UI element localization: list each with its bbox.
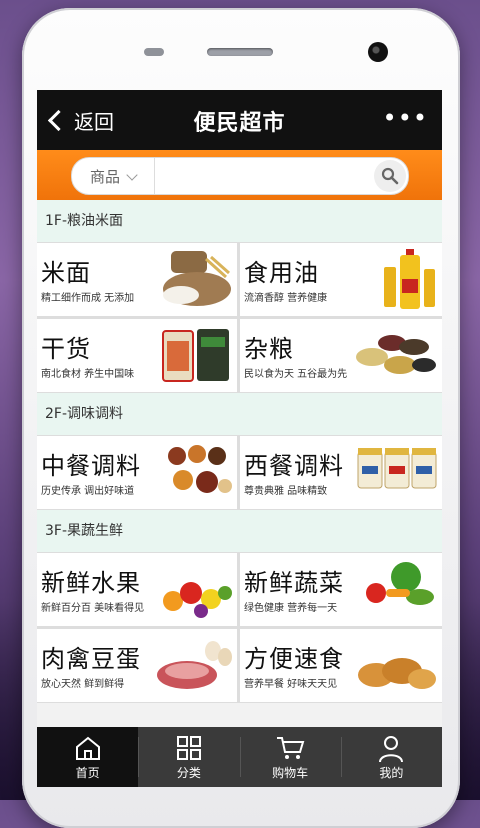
bottom-tab-bar: 首页 分类 购物车 我的 (37, 727, 442, 787)
tab-home[interactable]: 首页 (37, 727, 139, 787)
proximity-sensor (144, 48, 164, 56)
category-name: 新鲜水果 (41, 569, 141, 597)
category-name: 米面 (41, 259, 91, 287)
front-camera (368, 42, 388, 62)
tab-cart[interactable]: 购物车 (239, 727, 341, 787)
category-fruit[interactable]: 新鲜水果 新鲜百分百 美味看得见 (37, 553, 237, 626)
earpiece-speaker (207, 48, 273, 56)
cart-icon (277, 737, 305, 759)
category-name: 中餐调料 (41, 452, 141, 480)
meat-egg-image (157, 641, 232, 689)
tab-label: 购物车 (272, 766, 309, 780)
category-meat-egg[interactable]: 肉禽豆蛋 放心天然 鲜到鲜得 (37, 629, 237, 702)
category-desc: 放心天然 鲜到鲜得 (41, 679, 125, 690)
category-western-seasoning[interactable]: 西餐调料 尊贵典雅 品味精致 (240, 436, 442, 509)
more-options-button[interactable]: ••• (383, 106, 428, 130)
search-button[interactable] (374, 160, 406, 192)
category-name: 食用油 (244, 259, 319, 287)
chevron-down-icon (126, 169, 138, 181)
category-desc: 绿色健康 营养每一天 (244, 603, 338, 614)
app-screen: 返回 便民超市 ••• 商品 1F-粮油米面 米面 精工细作而成 无添加 食用油… (37, 90, 442, 787)
search-scope-label: 商品 (90, 168, 121, 186)
grid-icon (176, 736, 201, 760)
fruit-image (163, 582, 232, 618)
cooking-oil-image (384, 249, 435, 309)
category-name: 新鲜蔬菜 (244, 569, 344, 597)
vegetable-image (366, 562, 434, 605)
category-chinese-seasoning[interactable]: 中餐调料 历史传承 调出好味道 (37, 436, 237, 509)
category-name: 干货 (41, 335, 91, 363)
category-name: 肉禽豆蛋 (41, 645, 141, 673)
tab-label: 首页 (75, 766, 100, 780)
search-input[interactable] (160, 162, 364, 192)
floor-title: 1F-粮油米面 (37, 200, 442, 243)
category-rice[interactable]: 米面 精工细作而成 无添加 (37, 243, 237, 316)
search-divider (154, 158, 155, 194)
category-desc: 民以食为天 五谷最为先 (244, 369, 348, 380)
floor-list: 1F-粮油米面 米面 精工细作而成 无添加 食用油 流滴香醇 营养健康 干货 南… (37, 200, 442, 727)
bread-image (358, 658, 436, 689)
dried-goods-image (162, 329, 229, 382)
tab-label: 我的 (379, 766, 404, 780)
category-grid: 新鲜水果 新鲜百分百 美味看得见 新鲜蔬菜 绿色健康 营养每一天 肉禽豆蛋 放心… (37, 553, 442, 703)
search-bar: 商品 (37, 150, 442, 200)
category-grid: 米面 精工细作而成 无添加 食用油 流滴香醇 营养健康 干货 南北食材 养生中国… (37, 243, 442, 393)
category-desc: 历史传承 调出好味道 (41, 486, 135, 497)
user-icon (379, 736, 404, 763)
category-desc: 精工细作而成 无添加 (41, 293, 135, 304)
category-vegetable[interactable]: 新鲜蔬菜 绿色健康 营养每一天 (240, 553, 442, 626)
grains-image (356, 335, 436, 374)
tab-category[interactable]: 分类 (138, 727, 239, 787)
category-desc: 新鲜百分百 美味看得见 (41, 603, 145, 614)
tab-label: 分类 (176, 766, 201, 780)
category-desc: 营养早餐 好味天天见 (244, 679, 338, 690)
tab-profile[interactable]: 我的 (340, 727, 442, 787)
category-instant-food[interactable]: 方便速食 营养早餐 好味天天见 (240, 629, 442, 702)
search-icon (381, 167, 399, 185)
category-name: 杂粮 (244, 335, 294, 363)
category-dried-goods[interactable]: 干货 南北食材 养生中国味 (37, 319, 237, 392)
category-desc: 尊贵典雅 品味精致 (244, 486, 328, 497)
rice-sack-image (163, 251, 231, 306)
category-desc: 流滴香醇 营养健康 (244, 293, 328, 304)
floor-title: 2F-调味调料 (37, 393, 442, 436)
category-desc: 南北食材 养生中国味 (41, 369, 135, 380)
page-title: 便民超市 (193, 111, 286, 136)
category-grains[interactable]: 杂粮 民以食为天 五谷最为先 (240, 319, 442, 392)
category-grid: 中餐调料 历史传承 调出好味道 西餐调料 尊贵典雅 品味精致 (37, 436, 442, 510)
floor-title: 3F-果蔬生鲜 (37, 510, 442, 553)
home-icon (75, 736, 100, 760)
search-scope-select[interactable]: 商品 (90, 166, 138, 187)
category-name: 西餐调料 (244, 452, 344, 480)
search-box: 商品 (71, 157, 409, 195)
western-sauce-image (357, 448, 437, 489)
app-header: 返回 便民超市 ••• (37, 90, 442, 150)
category-oil[interactable]: 食用油 流滴香醇 营养健康 (240, 243, 442, 316)
category-name: 方便速食 (244, 645, 344, 673)
chinese-spices-image (168, 445, 232, 493)
